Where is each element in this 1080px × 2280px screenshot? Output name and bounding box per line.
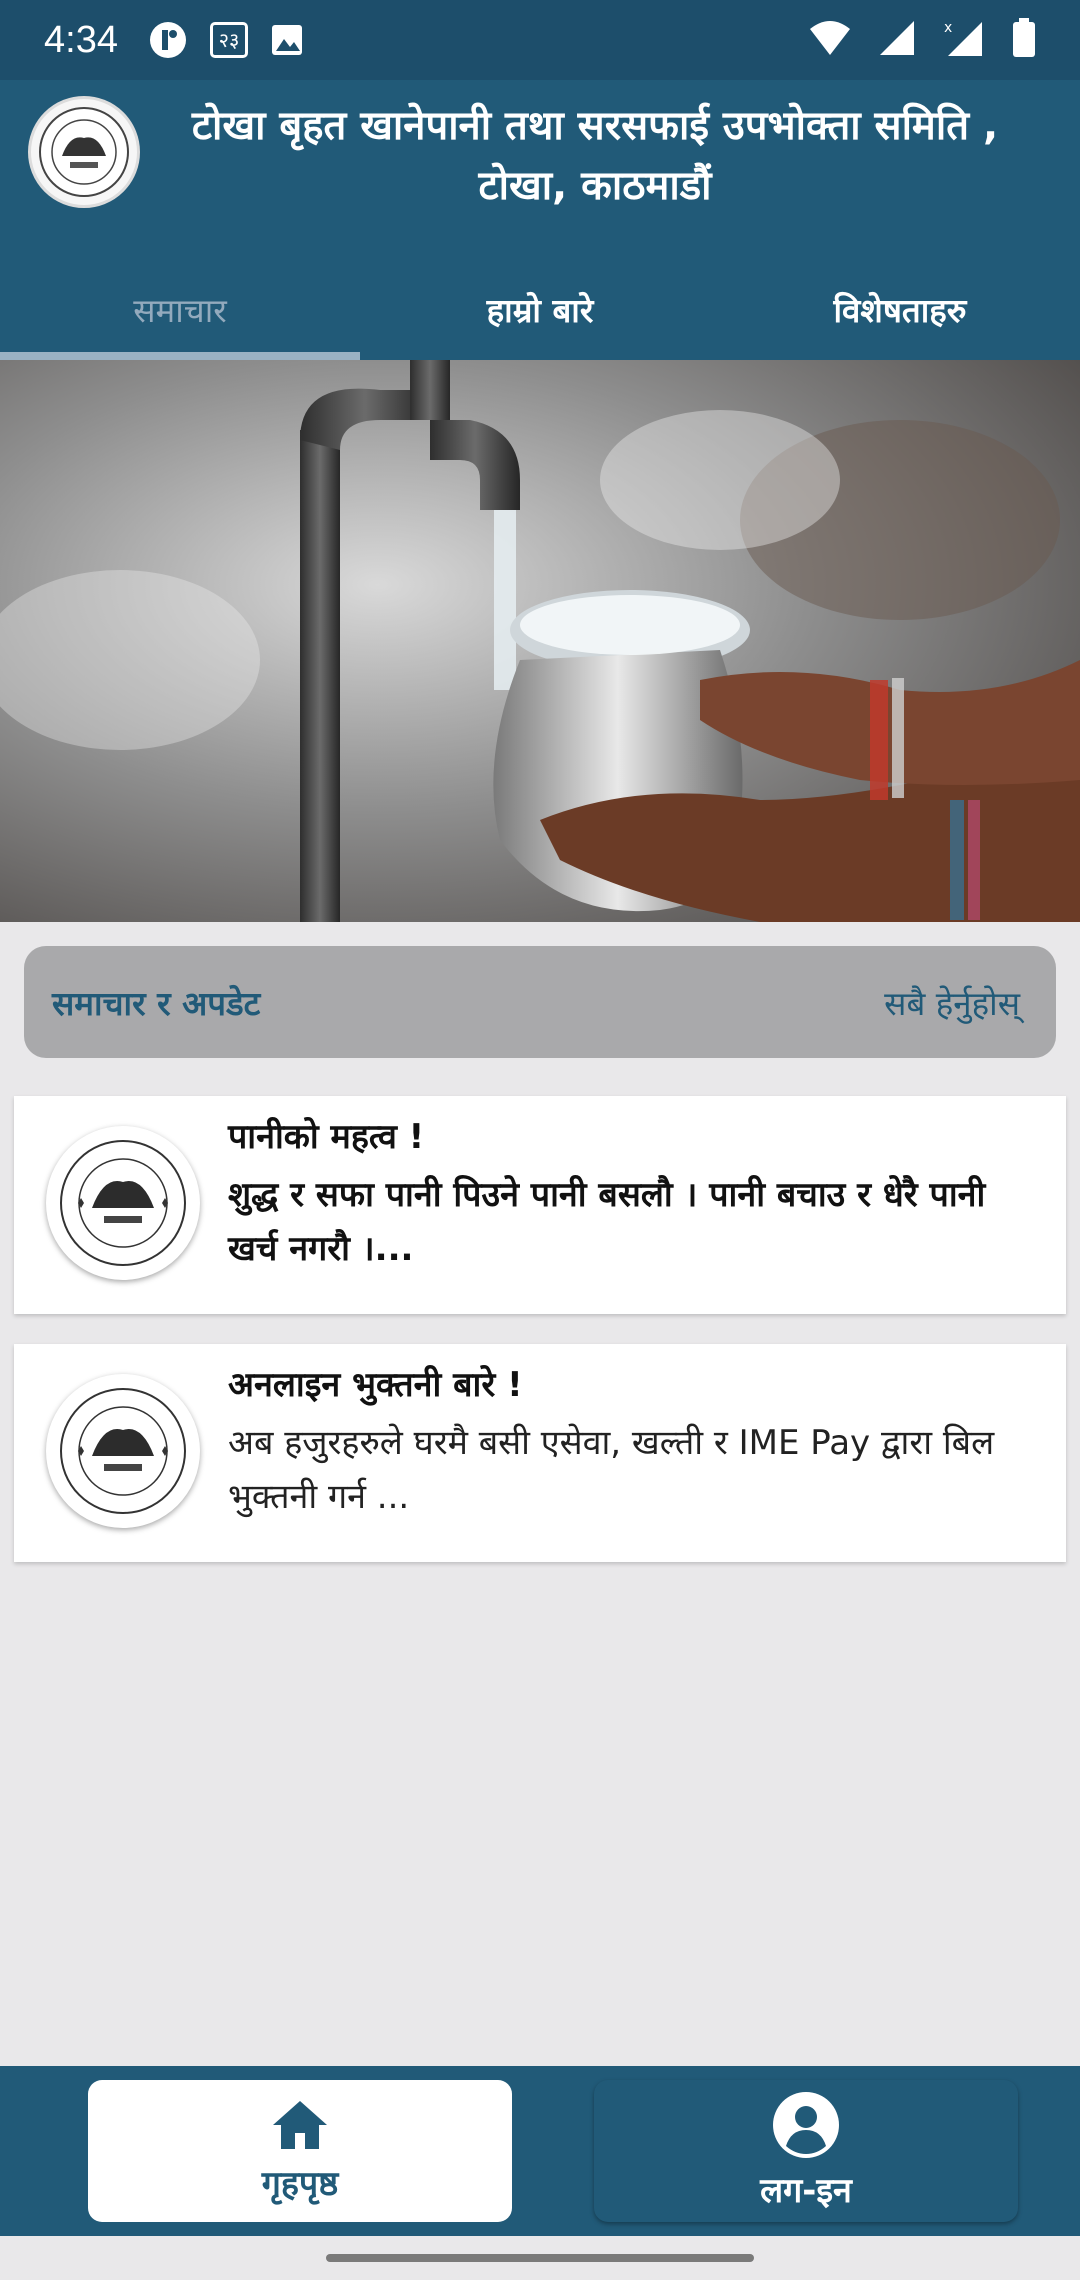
nav-home-button[interactable]: गृहपृष्ठ <box>88 2080 512 2222</box>
news-excerpt: अब हजुरहरुले घरमै बसी एसेवा, खल्ती र IME… <box>228 1423 995 1517</box>
account-icon <box>773 2092 839 2158</box>
seal-logo-icon <box>39 107 129 197</box>
news-title: पानीको महत्व ! <box>228 1117 425 1157</box>
gesture-handle[interactable] <box>326 2254 754 2262</box>
wifi-icon <box>808 19 852 61</box>
tab-news[interactable]: समाचार <box>0 258 360 360</box>
bottom-navigation: गृहपृष्ठ लग-इन <box>0 2066 1080 2236</box>
hero-image <box>0 360 1080 922</box>
app-header: टोखा बृहत खानेपानी तथा सरसफाई उपभोक्ता स… <box>0 80 1080 360</box>
circle-app-icon <box>148 20 188 60</box>
seal-logo-icon <box>60 1140 186 1266</box>
tab-about-us[interactable]: हाम्रो बारे <box>360 258 720 360</box>
status-left-icons: २३ <box>148 20 304 60</box>
news-title: अनलाइन भुक्तनी बारे ! <box>228 1365 523 1405</box>
signal-x-icon: x <box>942 18 986 62</box>
numeral-chip-icon: २३ <box>209 22 248 58</box>
seal-logo-icon <box>60 1388 186 1514</box>
status-time: 4:34 <box>44 18 118 61</box>
see-all-link[interactable]: सबै हेर्नुहोस् <box>884 980 1020 1025</box>
committee-logo <box>28 96 140 208</box>
news-thumbnail <box>46 1374 200 1528</box>
svg-text:x: x <box>944 20 952 36</box>
news-section-header: समाचार र अपडेट सबै हेर्नुहोस् <box>24 946 1056 1058</box>
image-icon <box>270 23 304 57</box>
home-icon <box>273 2101 327 2149</box>
news-excerpt: शुद्ध र सफा पानी पिउने पानी बसलौ । पानी … <box>228 1175 986 1269</box>
gesture-bar <box>0 2236 1080 2280</box>
status-bar: 4:34 २३ x <box>0 0 1080 80</box>
news-card[interactable]: पानीको महत्व ! शुद्ध र सफा पानी पिउने पा… <box>14 1096 1066 1314</box>
news-thumbnail <box>46 1126 200 1280</box>
nav-login-button[interactable]: लग-इन <box>594 2080 1018 2222</box>
nav-home-label: गृहपृष्ठ <box>261 2164 339 2204</box>
water-tap-image <box>0 360 1080 922</box>
nav-login-label: लग-इन <box>760 2171 852 2211</box>
signal-icon <box>878 19 916 61</box>
battery-icon <box>1012 18 1036 62</box>
status-right-icons: x <box>808 18 1036 62</box>
page-title: टोखा बृहत खानेपानी तथा सरसफाई उपभोक्ता स… <box>191 103 999 209</box>
news-section-title: समाचार र अपडेट <box>52 983 261 1023</box>
tab-bar: समाचार हाम्रो बारे विशेषताहरु <box>0 258 1080 360</box>
news-card[interactable]: अनलाइन भुक्तनी बारे ! अब हजुरहरुले घरमै … <box>14 1344 1066 1562</box>
tab-features[interactable]: विशेषताहरु <box>720 258 1080 360</box>
